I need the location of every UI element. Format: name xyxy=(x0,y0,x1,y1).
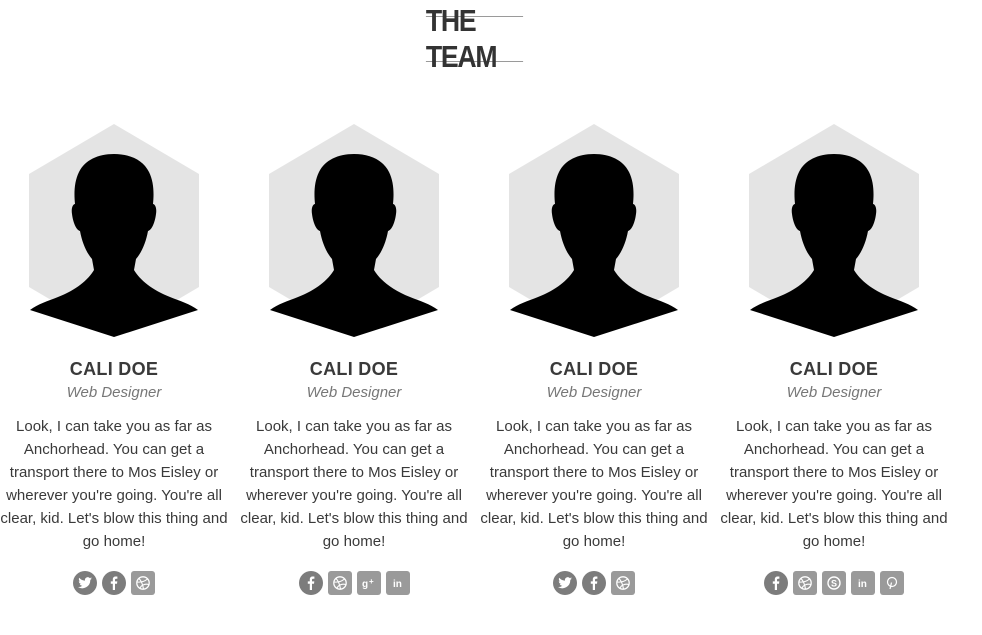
team-section: THE TEAM CALI DOE Web Designer Look, I c… xyxy=(0,0,982,635)
svg-text:in: in xyxy=(858,579,867,590)
social-links: Sin xyxy=(720,571,948,595)
team-member-card: CALI DOE Web Designer Look, I can take y… xyxy=(720,120,948,620)
member-name: CALI DOE xyxy=(549,359,639,379)
member-role: Web Designer xyxy=(66,384,162,401)
svg-text:+: + xyxy=(369,577,374,586)
linkedin-icon[interactable]: in xyxy=(851,571,875,595)
member-name: CALI DOE xyxy=(789,359,879,379)
section-title: THE TEAM xyxy=(425,3,524,74)
team-member-card: CALI DOE Web Designer Look, I can take y… xyxy=(480,120,708,620)
member-photo xyxy=(29,124,199,337)
svg-text:in: in xyxy=(393,579,402,590)
member-bio: Look, I can take you as far as Anchorhea… xyxy=(720,418,948,550)
team-member-card: CALI DOE Web Designer Look, I can take y… xyxy=(240,120,468,620)
facebook-icon[interactable] xyxy=(764,571,788,595)
member-photo xyxy=(509,124,679,337)
team-member-card: CALI DOE Web Designer Look, I can take y… xyxy=(0,120,228,620)
dribbble-icon[interactable] xyxy=(131,571,155,595)
member-bio: Look, I can take you as far as Anchorhea… xyxy=(240,418,468,550)
member-role: Web Designer xyxy=(546,384,642,401)
svg-text:S: S xyxy=(831,579,837,589)
member-name: CALI DOE xyxy=(309,359,399,379)
member-photo xyxy=(749,124,919,337)
skype-icon[interactable]: S xyxy=(822,571,846,595)
social-links xyxy=(0,571,228,595)
facebook-icon[interactable] xyxy=(102,571,126,595)
dribbble-icon[interactable] xyxy=(611,571,635,595)
member-role: Web Designer xyxy=(786,384,882,401)
member-bio: Look, I can take you as far as Anchorhea… xyxy=(0,418,228,550)
linkedin-icon[interactable]: in xyxy=(385,571,410,595)
pinterest-icon[interactable] xyxy=(880,571,904,595)
member-bio: Look, I can take you as far as Anchorhea… xyxy=(480,418,708,550)
twitter-icon[interactable] xyxy=(73,571,97,595)
twitter-icon[interactable] xyxy=(553,571,577,595)
member-photo xyxy=(269,124,439,337)
social-links: g + in xyxy=(240,571,468,595)
dribbble-icon[interactable] xyxy=(793,571,817,595)
member-name: CALI DOE xyxy=(69,359,159,379)
member-role: Web Designer xyxy=(306,384,402,401)
dribbble-icon[interactable] xyxy=(327,571,352,595)
social-links xyxy=(480,571,708,595)
facebook-icon[interactable] xyxy=(298,571,323,595)
svg-text:g: g xyxy=(362,579,368,590)
google-plus-icon[interactable]: g + xyxy=(356,571,381,595)
facebook-icon[interactable] xyxy=(582,571,606,595)
